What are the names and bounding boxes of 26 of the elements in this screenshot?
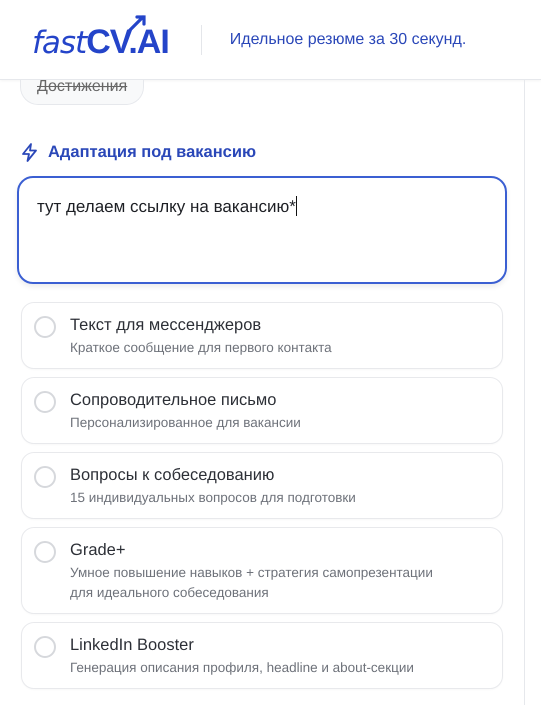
option-title: Сопроводительное письмо bbox=[70, 390, 278, 411]
section-title: Адаптация под вакансию bbox=[48, 143, 256, 162]
option-title: Grade+ bbox=[70, 540, 126, 561]
option-description: Персонализированное для вакансии bbox=[70, 414, 301, 432]
option-title: Текст для мессенджеров bbox=[70, 315, 262, 336]
radio-button[interactable] bbox=[34, 391, 56, 413]
option-description: Умное повышение навыков + стратегия самопрезентации для идеального собеседования bbox=[70, 564, 434, 602]
achievements-chip[interactable]: Достижения bbox=[20, 80, 144, 105]
lightning-icon bbox=[21, 143, 38, 162]
option-title: Вопросы к собеседованию bbox=[70, 465, 276, 486]
radio-button[interactable] bbox=[34, 636, 56, 658]
radio-button[interactable] bbox=[34, 466, 56, 488]
option-description: 15 индивидуальных вопросов для подготовки bbox=[70, 489, 356, 507]
option-title: LinkedIn Booster bbox=[70, 635, 195, 656]
option-card[interactable]: Текст для мессенджеров Краткое сообщение для первого контакта bbox=[21, 302, 503, 369]
tagline: Идельное резюме за 30 секунд. bbox=[230, 30, 466, 48]
vacancy-link-field[interactable]: тут делаем ссылку на вакансию* bbox=[17, 176, 507, 284]
logo[interactable]: fastCV.AI bbox=[28, 12, 173, 67]
radio-button[interactable] bbox=[34, 316, 56, 338]
option-description: Генерация описания профиля, headline и about-секции bbox=[70, 659, 414, 677]
option-card[interactable]: Grade+ Умное повышение навыков + стратегия самопрезентации для идеального собеседования bbox=[21, 527, 503, 614]
option-description: Краткое сообщение для первого контакта bbox=[70, 339, 332, 357]
option-card[interactable]: Вопросы к собеседованию 15 индивидуальных вопросов для подготовки bbox=[21, 452, 503, 519]
option-card[interactable]: LinkedIn Booster Генерация описания профиля, headline и about-секции bbox=[21, 622, 503, 689]
option-card[interactable]: Сопроводительное письмо Персонализированное для вакансии bbox=[21, 377, 503, 444]
radio-button[interactable] bbox=[34, 541, 56, 563]
